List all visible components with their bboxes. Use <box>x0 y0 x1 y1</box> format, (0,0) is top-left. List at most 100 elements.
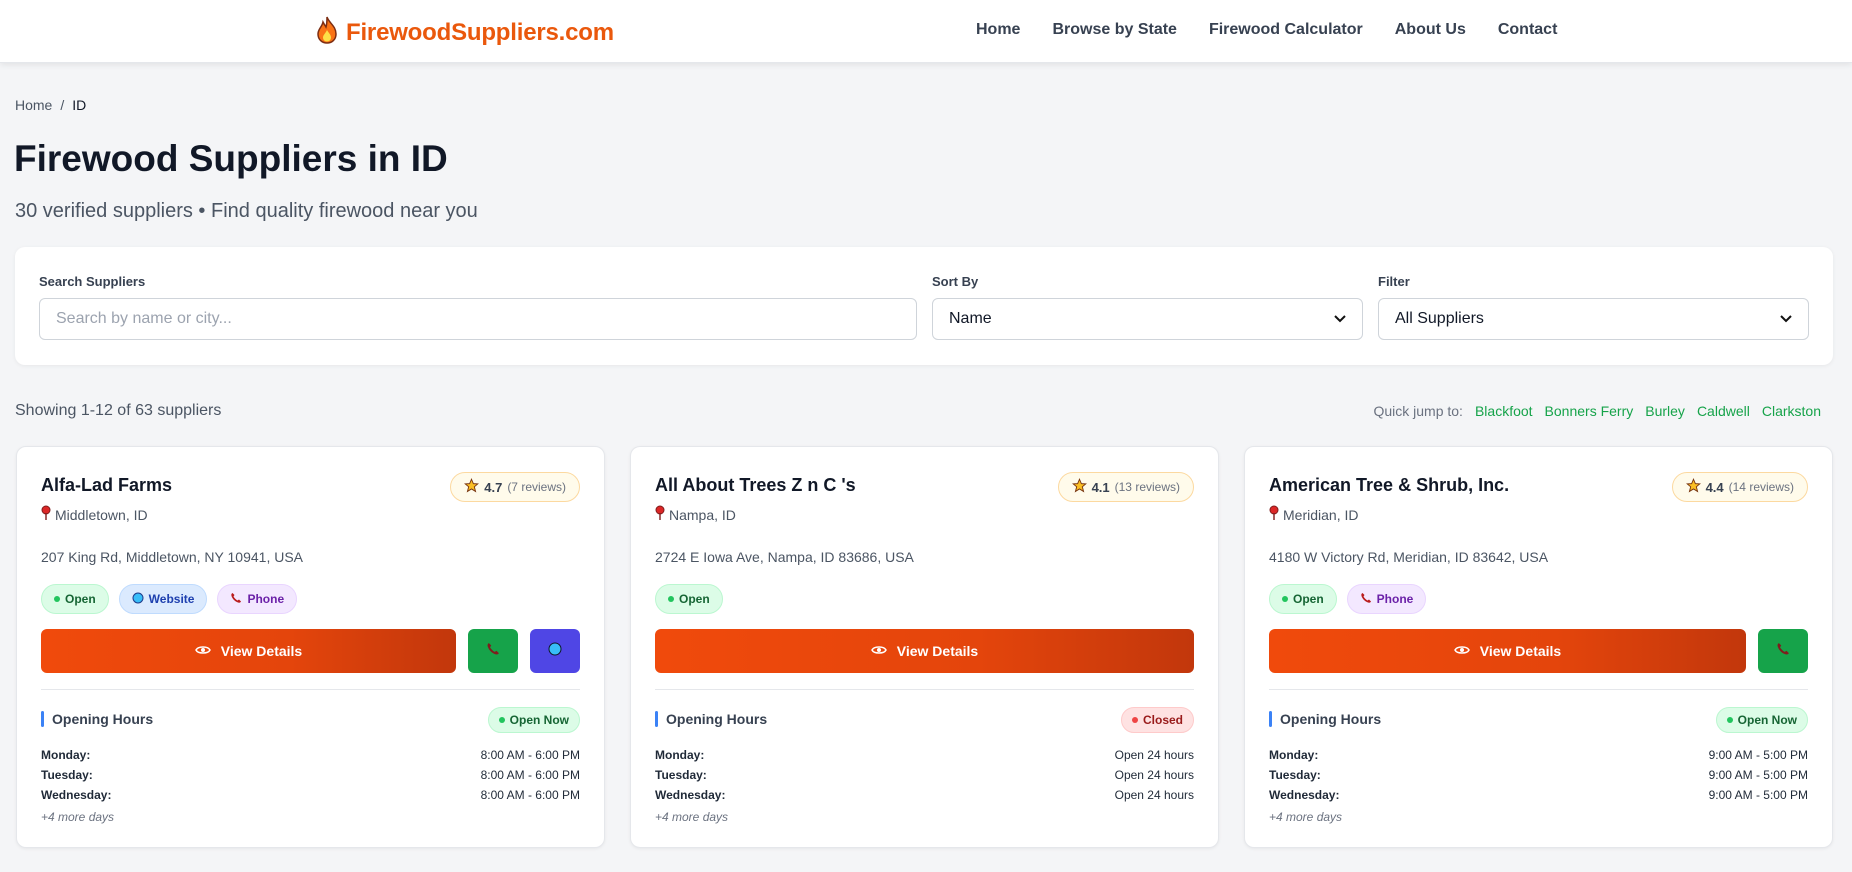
hours-day: Wednesday: <box>1269 788 1340 802</box>
website-tag-label: Website <box>148 592 195 606</box>
globe-icon <box>548 642 562 661</box>
pin-icon <box>1269 505 1279 524</box>
supplier-name[interactable]: Alfa-Lad Farms <box>41 475 172 496</box>
supplier-address: 4180 W Victory Rd, Meridian, ID 83642, U… <box>1269 549 1549 565</box>
filter-select[interactable]: All Suppliers <box>1378 298 1809 340</box>
eye-icon <box>1453 643 1470 659</box>
hours-row: Monday: Open 24 hours <box>655 745 1194 765</box>
status-badge: Open Now <box>487 707 580 733</box>
hours-list: Monday: Open 24 hours Tuesday: Open 24 hou… <box>655 745 1194 805</box>
flame-icon <box>316 16 338 49</box>
hours-time: 8:00 AM - 6:00 PM <box>480 768 580 782</box>
view-details-label: View Details <box>1479 643 1562 659</box>
opening-hours-label: Opening Hours <box>666 711 768 727</box>
view-details-button[interactable]: View Details <box>1269 629 1746 673</box>
star-icon <box>1685 478 1701 496</box>
quick-jump-label: Quick jump to: <box>1373 403 1463 419</box>
open-tag-label: Open <box>679 592 710 606</box>
chevron-down-icon <box>1334 312 1346 326</box>
site-logo[interactable]: FirewoodSuppliers.com <box>316 16 614 49</box>
hours-day: Tuesday: <box>655 768 707 782</box>
nav-about-us[interactable]: About Us <box>1395 21 1466 39</box>
website-tag: Website <box>118 584 208 614</box>
nav-browse-by-state[interactable]: Browse by State <box>1052 21 1176 39</box>
sort-select-value: Name <box>949 310 992 327</box>
phone-tag: Phone <box>217 584 298 614</box>
view-details-label: View Details <box>896 643 979 659</box>
status-dot <box>1726 717 1733 723</box>
hours-time: 9:00 AM - 5:00 PM <box>1708 788 1808 802</box>
supplier-card: American Tree & Shrub, Inc. 4.4 (14 revi… <box>1244 446 1833 848</box>
quick-jump-link[interactable]: Clarkston <box>1762 403 1821 419</box>
supplier-address: 2724 E Iowa Ave, Nampa, ID 83686, USA <box>655 549 914 565</box>
supplier-name[interactable]: American Tree & Shrub, Inc. <box>1269 475 1509 496</box>
view-details-button[interactable]: View Details <box>41 629 456 673</box>
opening-hours-heading: Opening Hours <box>1269 711 1381 727</box>
globe-icon <box>132 592 144 607</box>
nav-home[interactable]: Home <box>976 21 1020 39</box>
hours-time: Open 24 hours <box>1114 748 1194 762</box>
open-tag: Open <box>41 584 109 614</box>
hours-time: 8:00 AM - 6:00 PM <box>480 748 580 762</box>
call-button[interactable] <box>1758 629 1808 673</box>
pin-icon <box>41 505 51 524</box>
page-subtitle: 30 verified suppliers • Find quality fir… <box>15 200 478 222</box>
hours-list: Monday: 9:00 AM - 5:00 PM Tuesday: 9:00 AM… <box>1269 745 1808 805</box>
sort-select[interactable]: Name <box>932 298 1363 340</box>
hours-day: Monday: <box>41 748 91 762</box>
filter-label: Filter <box>1378 274 1410 289</box>
opening-hours-heading: Opening Hours <box>655 711 767 727</box>
supplier-location: Middletown, ID <box>41 505 148 524</box>
search-label: Search Suppliers <box>39 274 146 289</box>
more-days-text: +4 more days <box>41 810 115 824</box>
search-input[interactable]: Search by name or city... <box>39 298 917 340</box>
rating-badge: 4.1 (13 reviews) <box>1057 472 1194 502</box>
card-actions: View Details <box>655 629 1194 673</box>
status-dot <box>1131 717 1138 723</box>
view-details-button[interactable]: View Details <box>655 629 1194 673</box>
sort-group: Sort By Name <box>932 274 1363 340</box>
logo-text: FirewoodSuppliers.com <box>346 18 614 46</box>
call-button[interactable] <box>468 629 518 673</box>
nav-contact[interactable]: Contact <box>1498 21 1558 39</box>
accent-bar <box>1269 711 1272 727</box>
status-text: Closed <box>1142 713 1183 727</box>
breadcrumb-separator: / <box>60 97 65 113</box>
supplier-name[interactable]: All About Trees Z n C 's <box>655 475 856 496</box>
quick-jump-link[interactable]: Caldwell <box>1697 403 1750 419</box>
status-badge: Open Now <box>1715 707 1808 733</box>
card-actions: View Details <box>1269 629 1808 673</box>
sort-label: Sort By <box>932 274 979 289</box>
status-badge: Closed <box>1120 707 1194 733</box>
phone-icon <box>1360 592 1372 607</box>
eye-icon <box>194 643 211 659</box>
accent-bar <box>41 711 44 727</box>
view-details-label: View Details <box>220 643 303 659</box>
more-days-text: +4 more days <box>655 810 729 824</box>
phone-icon <box>486 642 500 661</box>
location-text: Middletown, ID <box>55 506 148 523</box>
hours-row: Monday: 9:00 AM - 5:00 PM <box>1269 745 1808 765</box>
review-count: (14 reviews) <box>1728 480 1794 494</box>
open-tag: Open <box>655 584 723 614</box>
rating-badge: 4.4 (14 reviews) <box>1671 472 1808 502</box>
open-tag: Open <box>1269 584 1337 614</box>
filter-panel: Search Suppliers Search by name or city.… <box>15 247 1833 365</box>
review-count: (13 reviews) <box>1114 480 1180 494</box>
hours-row: Monday: 8:00 AM - 6:00 PM <box>41 745 580 765</box>
status-dot <box>498 717 505 723</box>
breadcrumb-home[interactable]: Home <box>15 97 52 113</box>
supplier-location: Nampa, ID <box>655 505 736 524</box>
supplier-card: Alfa-Lad Farms 4.7 (7 reviews) Middletow… <box>16 446 605 848</box>
website-button[interactable] <box>530 629 580 673</box>
feature-tags: Open Phone <box>1269 584 1427 614</box>
nav-firewood-calculator[interactable]: Firewood Calculator <box>1209 21 1363 39</box>
phone-tag: Phone <box>1346 584 1427 614</box>
phone-tag-label: Phone <box>1376 592 1414 606</box>
hours-time: 8:00 AM - 6:00 PM <box>480 788 580 802</box>
results-count: Showing 1-12 of 63 suppliers <box>15 402 222 419</box>
hours-day: Tuesday: <box>1269 768 1321 782</box>
quick-jump-link[interactable]: Blackfoot <box>1475 403 1533 419</box>
quick-jump-link[interactable]: Bonners Ferry <box>1545 403 1634 419</box>
quick-jump-link[interactable]: Burley <box>1645 403 1685 419</box>
